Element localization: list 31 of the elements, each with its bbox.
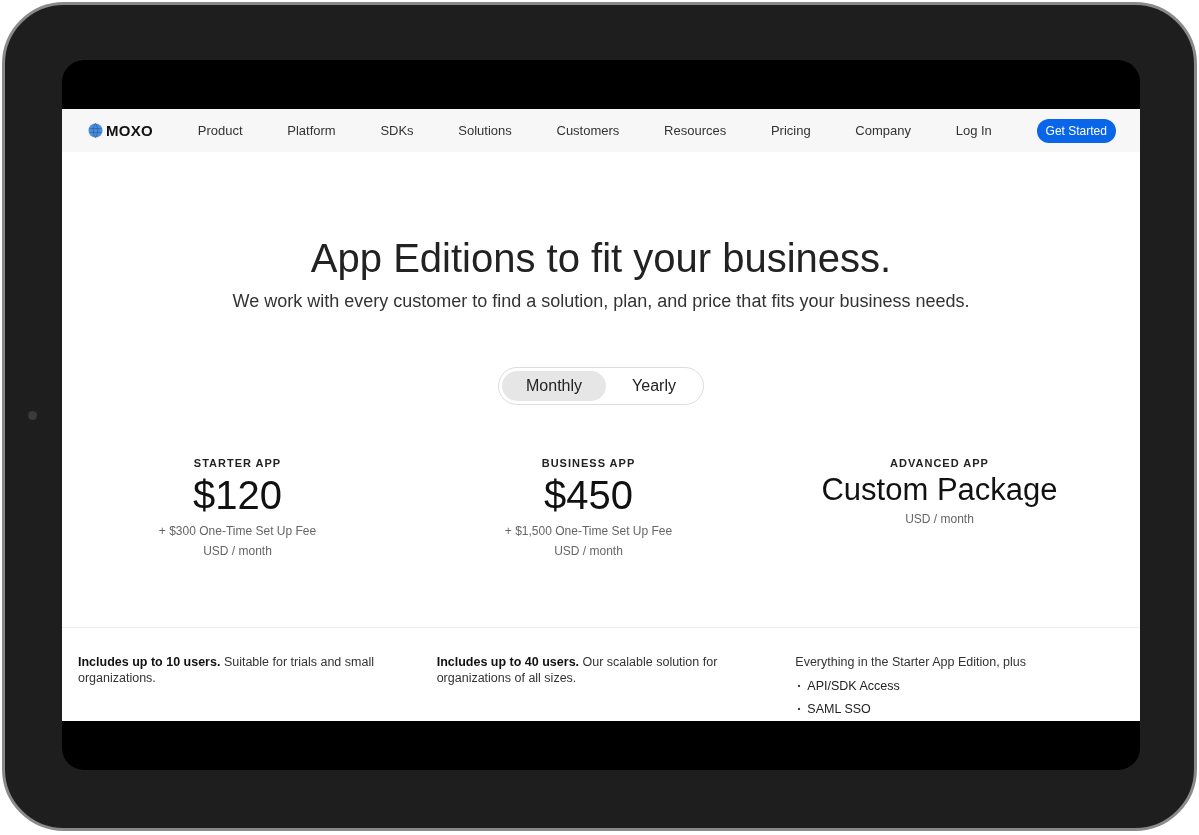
- plan-name: ADVANCED APP: [889, 457, 990, 469]
- nav-link[interactable]: Company: [855, 123, 911, 138]
- get-started-button[interactable]: Get Started: [1036, 118, 1116, 143]
- nav-link[interactable]: Pricing: [770, 123, 811, 138]
- plan-price: $450: [543, 473, 634, 518]
- plan-description: Includes up to 10 users. Suitable for trials and small organizations.: [78, 654, 375, 686]
- nav-link[interactable]: Log In: [955, 123, 992, 138]
- plan-name: STARTER APP: [192, 457, 283, 469]
- nav-link[interactable]: Solutions: [458, 123, 512, 138]
- plan-description: Everything in the Starter App Edition, plus: [795, 654, 1028, 670]
- nav-link[interactable]: Product: [197, 123, 243, 138]
- setup-fee: + $300 One-Time Set Up Fee: [157, 524, 318, 538]
- page-subtitle: We work with every customer to find a solution, plan, and price that fits your business needs.: [231, 291, 971, 312]
- plan-price: Custom Package: [820, 472, 1059, 508]
- billing-option[interactable]: Monthly: [502, 371, 607, 401]
- nav-link[interactable]: Platform: [287, 123, 336, 138]
- plan-name: BUSINESS APP: [540, 457, 637, 469]
- plan-price: $120: [192, 473, 283, 518]
- nav-link[interactable]: Customers: [556, 123, 620, 138]
- price-unit: USD / month: [904, 512, 975, 526]
- billing-option[interactable]: Yearly: [608, 371, 700, 401]
- logo-text[interactable]: MOXO: [106, 122, 154, 139]
- plan-description: Includes up to 40 users. Our scalable solution for organizations of all sizes.: [436, 654, 719, 686]
- price-unit: USD / month: [202, 544, 273, 558]
- nav-link[interactable]: SDKs: [380, 123, 414, 138]
- globe-icon: [88, 123, 103, 138]
- camera-dot: [28, 411, 37, 420]
- price-unit: USD / month: [553, 544, 624, 558]
- setup-fee: + $1,500 One-Time Set Up Fee: [503, 524, 674, 538]
- nav-link[interactable]: Resources: [664, 123, 727, 138]
- page-title: App Editions to fit your business.: [309, 236, 893, 281]
